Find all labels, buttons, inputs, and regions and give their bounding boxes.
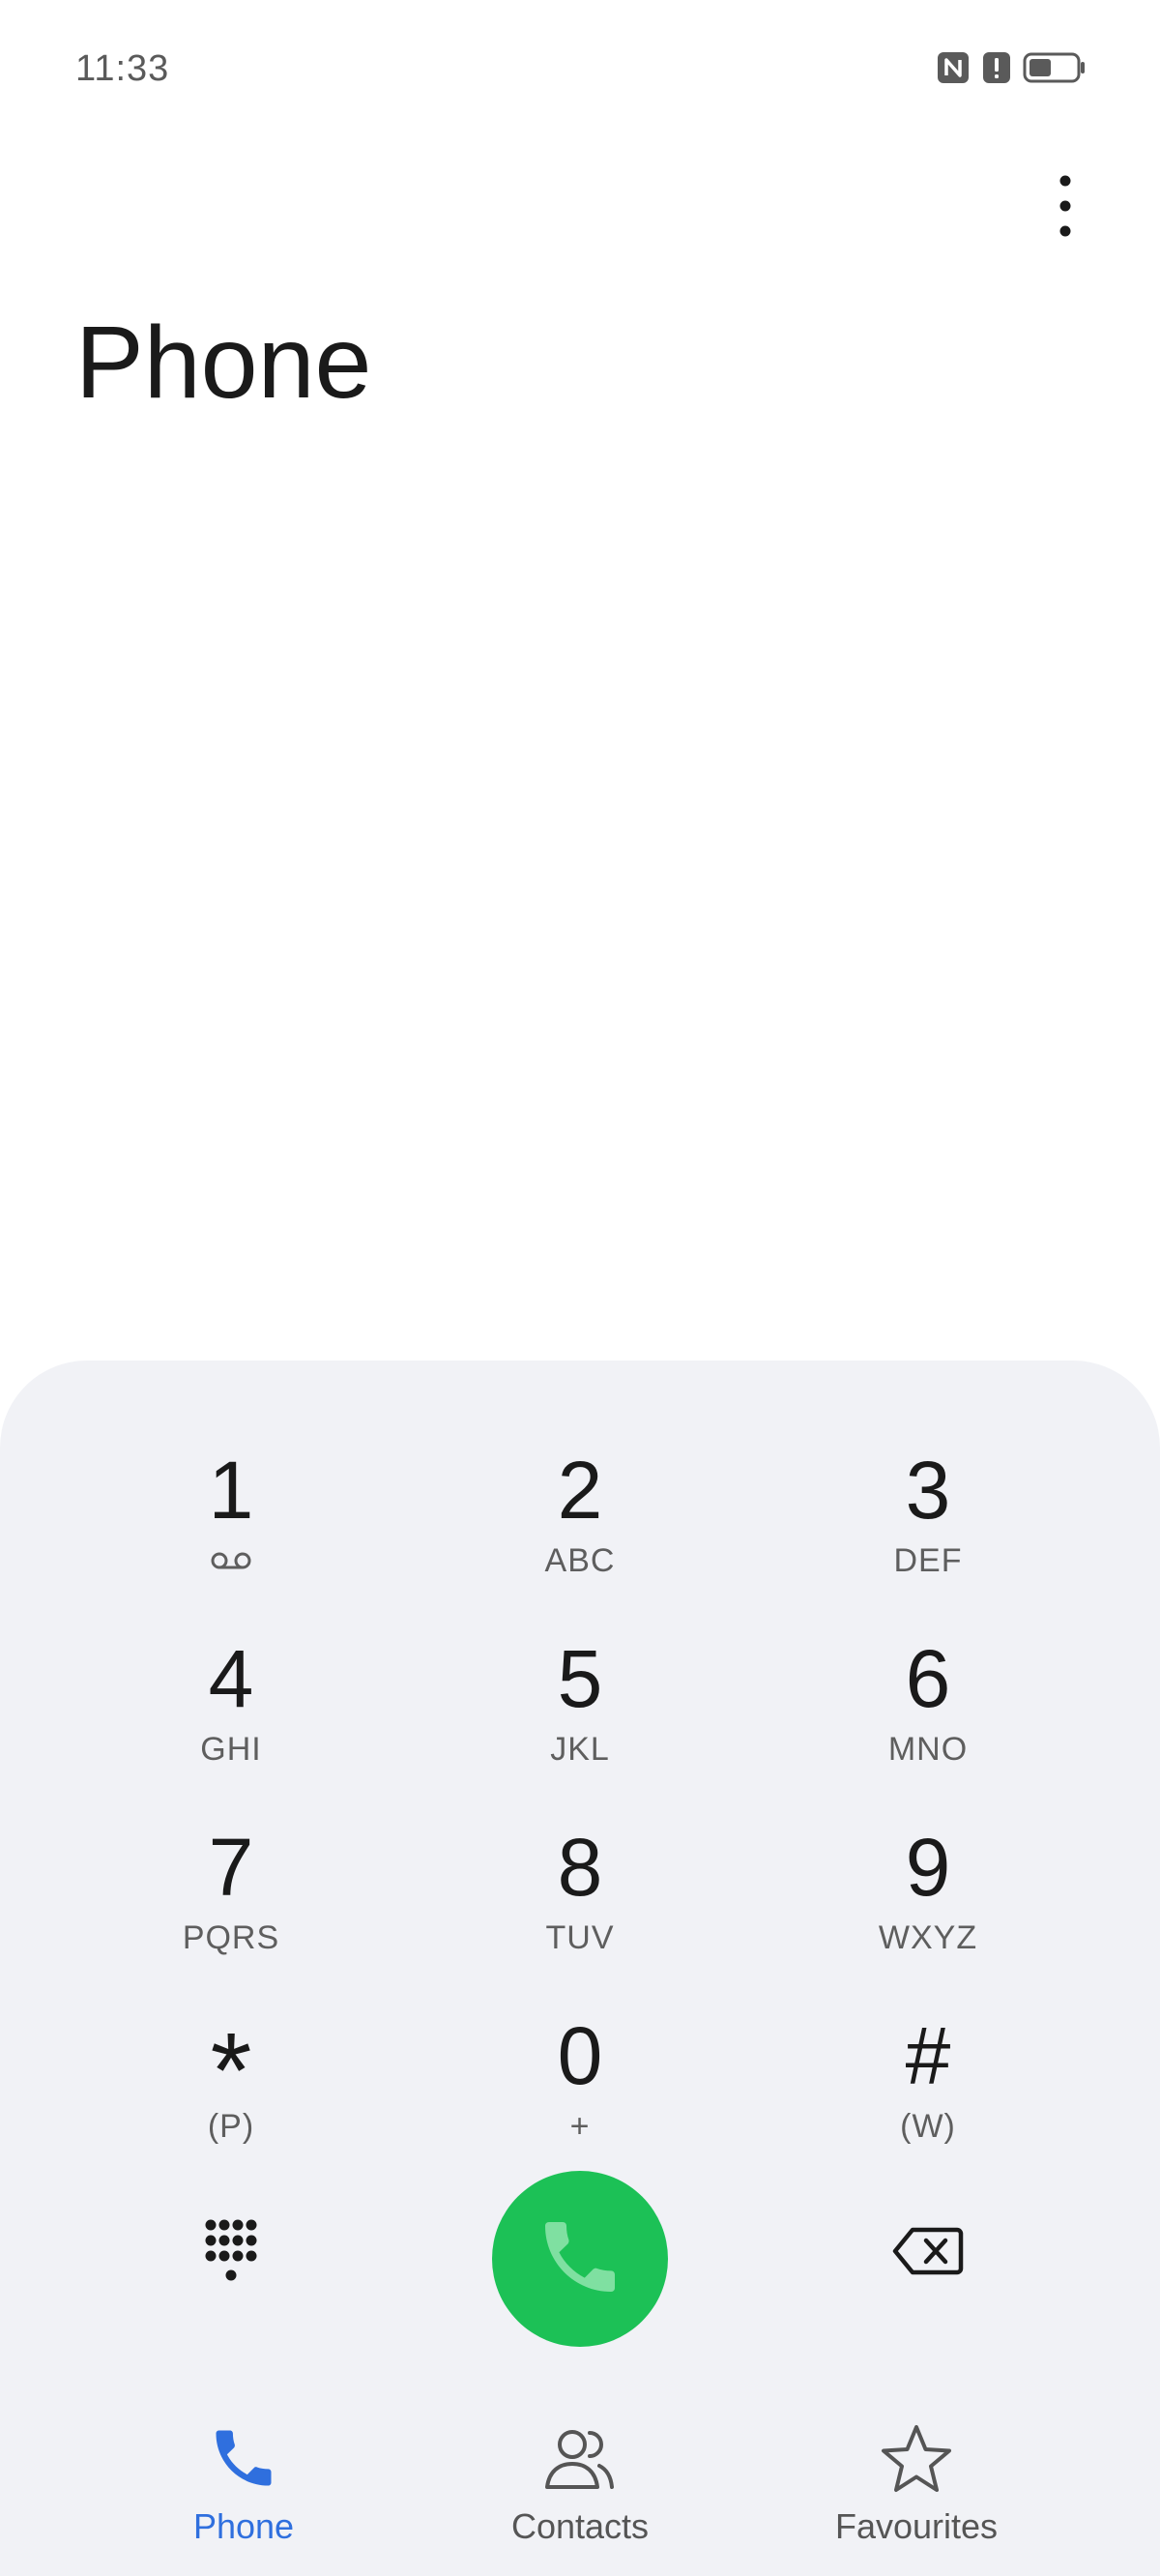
key-digit: 4 [208,1633,254,1724]
key-letters: (W) [900,2108,956,2145]
more-vert-icon [1058,172,1072,245]
phone-call-icon [534,2210,626,2308]
key-digit: 0 [557,2010,603,2101]
key-digit: 1 [208,1445,254,1536]
more-options-button[interactable] [1036,164,1094,251]
key-6[interactable]: 6 MNO [783,1626,1073,1800]
key-star[interactable]: * (P) [86,2004,376,2178]
alert-icon [982,50,1011,85]
backspace-icon [891,2226,965,2281]
dialpad: 1 2 ABC 3 DEF 4 GHI 5 JKL 6 MNO 7 PQRS 8… [0,1361,1160,2576]
key-hash[interactable]: # (W) [783,2004,1073,2178]
nfc-icon [936,50,971,85]
status-icons [936,50,1087,85]
key-9[interactable]: 9 WXYZ [783,1815,1073,1989]
dialpad-toggle-button[interactable] [163,2185,299,2321]
battery-icon [1023,50,1087,85]
star-icon [880,2398,953,2495]
nav-item-favourites[interactable]: Favourites [771,2398,1061,2562]
nav-item-contacts[interactable]: Contacts [435,2398,725,2562]
key-letters: DEF [893,1542,963,1579]
key-5[interactable]: 5 JKL [435,1626,725,1800]
key-digit: # [905,2010,951,2101]
phone-app-screen: 11:33 Phone 1 2 ABC 3 DEF 4 GHI 5 JKL 6 … [0,0,1160,2576]
key-4[interactable]: 4 GHI [86,1626,376,1800]
key-letters: TUV [545,1919,615,1956]
key-letters: ABC [544,1542,616,1579]
nav-label: Phone [192,2506,295,2546]
key-letters: (P) [207,2108,255,2145]
key-digit: 6 [905,1633,951,1724]
key-letters: WXYZ [878,1919,978,1956]
key-digit: * [210,2011,252,2130]
phone-icon [207,2398,280,2495]
contacts-icon [541,2398,619,2495]
call-button[interactable] [492,2171,668,2347]
key-digit: 3 [905,1445,951,1536]
key-letters: MNO [887,1731,969,1768]
key-2[interactable]: 2 ABC [435,1438,725,1612]
page-title: Phone [75,306,372,420]
key-0[interactable]: 0 + [435,2004,725,2178]
nav-label: Favourites [834,2506,999,2546]
key-digit: 2 [557,1445,603,1536]
key-digit: 8 [557,1822,603,1913]
key-8[interactable]: 8 TUV [435,1815,725,1989]
key-7[interactable]: 7 PQRS [86,1815,376,1989]
status-time: 11:33 [75,48,170,89]
key-3[interactable]: 3 DEF [783,1438,1073,1612]
key-1[interactable]: 1 [86,1438,376,1612]
key-letters: PQRS [182,1919,280,1956]
voicemail-icon [210,1550,252,1571]
bottom-navigation: Phone Contacts Favourites [0,2398,1160,2576]
status-bar: 11:33 [0,0,1160,145]
dialpad-toggle-icon [202,2217,260,2290]
key-digit: 7 [208,1822,254,1913]
key-digit: 9 [905,1822,951,1913]
key-letters: + [569,2108,591,2145]
nav-item-phone[interactable]: Phone [99,2398,389,2562]
backspace-button[interactable] [860,2185,996,2321]
key-digit: 5 [557,1633,603,1724]
nav-label: Contacts [510,2506,650,2546]
key-letters: JKL [550,1731,610,1768]
key-letters: GHI [200,1731,262,1768]
